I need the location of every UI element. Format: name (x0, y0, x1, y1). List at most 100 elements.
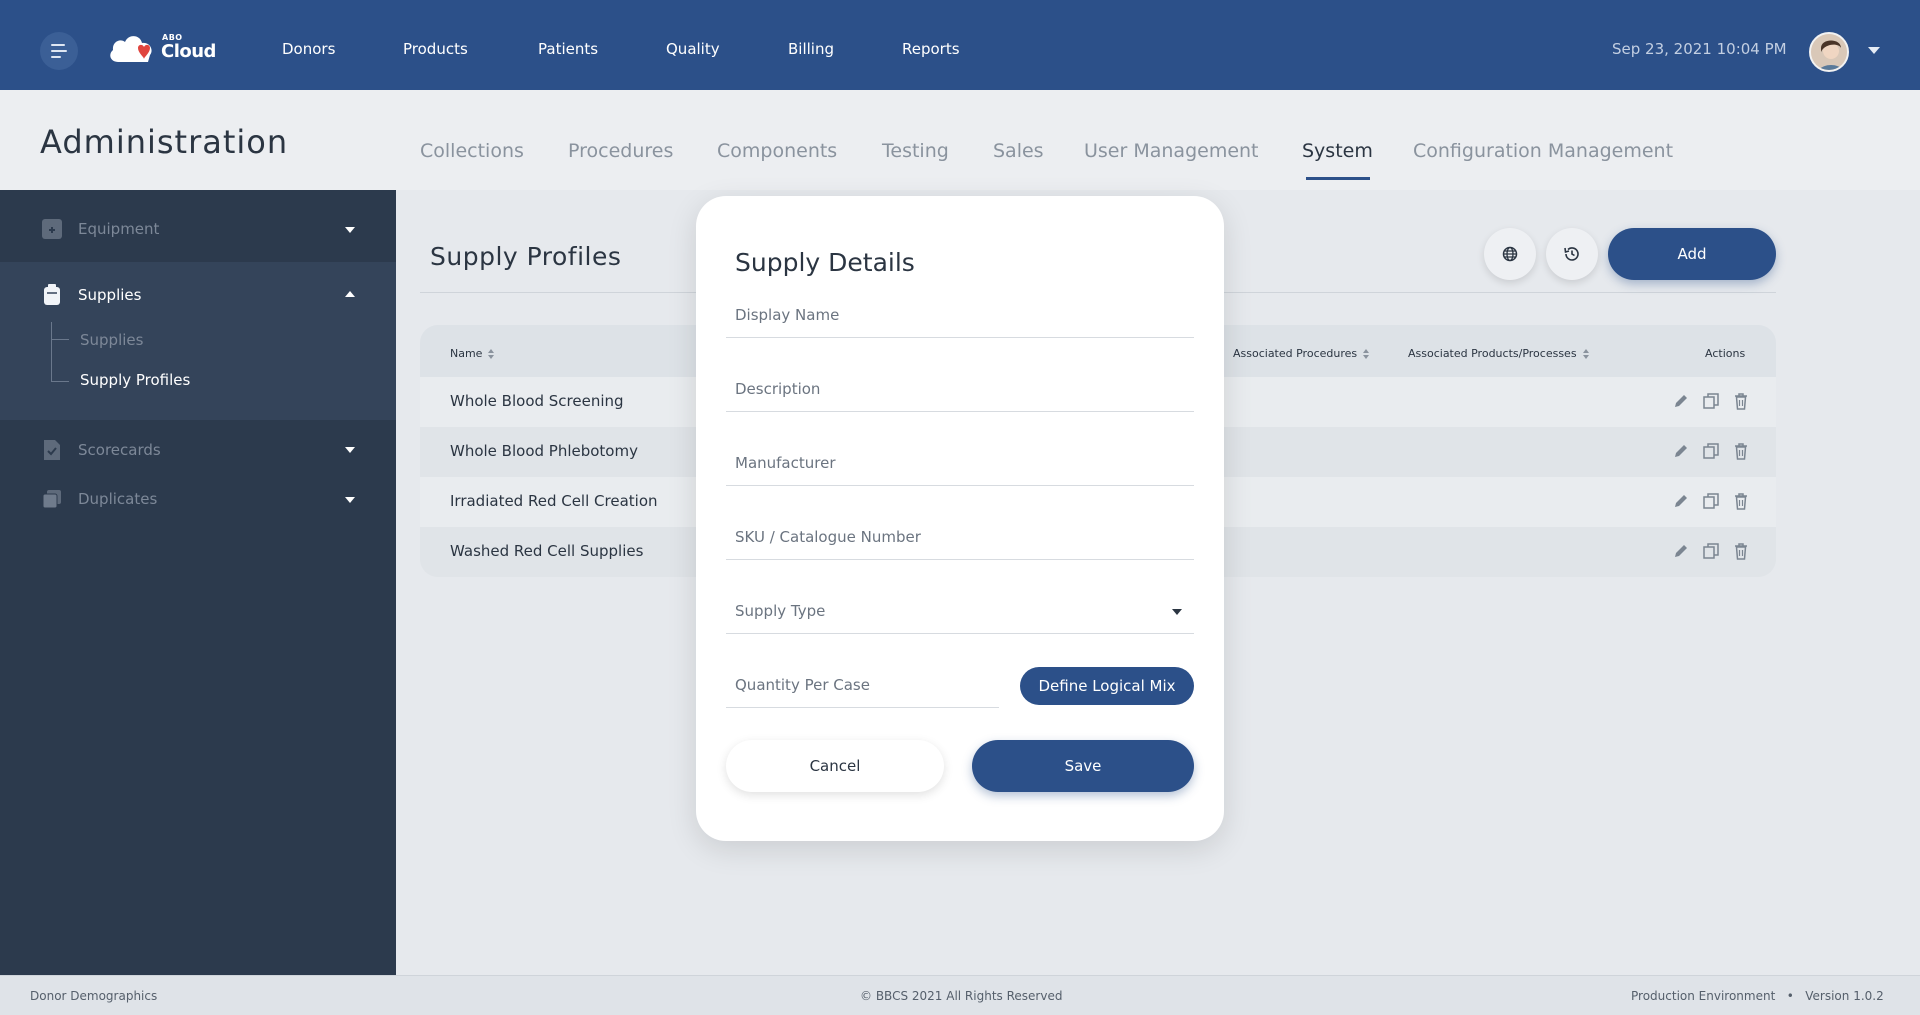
copy-icon[interactable] (1703, 542, 1719, 560)
add-button[interactable]: Add (1608, 228, 1776, 280)
user-avatar-icon (1811, 34, 1847, 70)
supply-type-select[interactable]: Supply Type (726, 584, 1194, 634)
trash-icon[interactable] (1733, 542, 1749, 560)
field-label: SKU / Catalogue Number (735, 528, 921, 546)
history-button[interactable] (1546, 228, 1598, 280)
sidebar-subitem-supplies[interactable]: Supplies (80, 331, 143, 349)
quantity-per-case-field[interactable]: Quantity Per Case (726, 658, 999, 708)
sidebar-item-supplies[interactable]: Supplies (42, 284, 141, 306)
trash-icon[interactable] (1733, 492, 1749, 510)
column-header-procedures[interactable]: Associated Procedures (1233, 347, 1370, 360)
row-actions (1673, 492, 1749, 510)
sidebar-item-equipment[interactable]: Equipment (42, 219, 159, 239)
section-title: Supply Profiles (430, 242, 622, 271)
tab-testing[interactable]: Testing (882, 140, 949, 162)
app-logo[interactable]: ABO Cloud (108, 30, 218, 66)
globe-button[interactable] (1484, 228, 1536, 280)
supplies-icon (44, 284, 60, 305)
logo-text: Cloud (161, 41, 216, 62)
row-name: Whole Blood Phlebotomy (450, 442, 638, 460)
sidebar-item-label: Equipment (78, 220, 160, 238)
description-field[interactable]: Description (726, 362, 1194, 412)
tab-procedures[interactable]: Procedures (568, 140, 673, 162)
chevron-down-icon[interactable] (345, 227, 355, 233)
edit-icon[interactable] (1673, 392, 1689, 410)
sidebar-item-label: Supplies (78, 286, 142, 304)
row-actions (1673, 392, 1749, 410)
page-title: Administration (40, 123, 289, 161)
menu-icon[interactable] (40, 32, 78, 70)
row-name: Whole Blood Screening (450, 392, 624, 410)
nav-quality[interactable]: Quality (666, 40, 720, 58)
field-label: Quantity Per Case (735, 676, 870, 694)
edit-icon[interactable] (1673, 442, 1689, 460)
tab-sales[interactable]: Sales (993, 140, 1044, 162)
sidebar-item-duplicates[interactable]: Duplicates (42, 489, 157, 509)
copy-icon[interactable] (1703, 492, 1719, 510)
trash-icon[interactable] (1733, 442, 1749, 460)
row-actions (1673, 442, 1749, 460)
edit-icon[interactable] (1673, 542, 1689, 560)
sort-icon[interactable] (488, 348, 495, 359)
top-navbar: ABO Cloud Donors Products Patients Quali… (0, 0, 1920, 90)
sidebar-subitem-supply-profiles[interactable]: Supply Profiles (80, 371, 190, 389)
sku-field[interactable]: SKU / Catalogue Number (726, 510, 1194, 560)
equipment-icon (42, 219, 62, 239)
column-label: Associated Procedures (1233, 347, 1358, 360)
tree-connector (51, 322, 52, 382)
trash-icon[interactable] (1733, 392, 1749, 410)
field-label: Description (735, 380, 821, 398)
footer-left[interactable]: Donor Demographics (30, 989, 157, 1003)
field-label: Supply Type (735, 602, 826, 620)
field-label: Display Name (735, 306, 840, 324)
sidebar-item-label: Duplicates (78, 490, 158, 508)
nav-billing[interactable]: Billing (788, 40, 834, 58)
history-icon (1564, 247, 1579, 261)
row-name: Washed Red Cell Supplies (450, 542, 644, 560)
footer-environment: Production Environment • Version 1.0.2 (1631, 989, 1884, 1003)
tab-configuration-management[interactable]: Configuration Management (1413, 140, 1673, 162)
sort-icon[interactable] (1582, 348, 1589, 359)
column-header-actions: Actions (1705, 347, 1745, 360)
cancel-button[interactable]: Cancel (726, 740, 944, 792)
duplicates-icon (42, 490, 61, 509)
tree-connector (51, 339, 69, 340)
chevron-down-icon[interactable] (345, 447, 355, 453)
sidebar-item-scorecards[interactable]: Scorecards (42, 439, 161, 461)
sort-icon[interactable] (1363, 348, 1370, 359)
avatar[interactable] (1809, 32, 1849, 72)
sidebar-item-label: Scorecards (78, 441, 161, 459)
manufacturer-field[interactable]: Manufacturer (726, 436, 1194, 486)
column-header-name[interactable]: Name (450, 347, 495, 360)
nav-reports[interactable]: Reports (902, 40, 960, 58)
nav-products[interactable]: Products (403, 40, 468, 58)
tab-system[interactable]: System (1302, 140, 1373, 162)
column-header-products[interactable]: Associated Products/Processes (1408, 347, 1589, 360)
sidebar (0, 190, 396, 975)
edit-icon[interactable] (1673, 492, 1689, 510)
nav-donors[interactable]: Donors (282, 40, 335, 58)
copy-icon[interactable] (1703, 442, 1719, 460)
save-button[interactable]: Save (972, 740, 1194, 792)
scorecards-icon (44, 440, 60, 460)
column-label: Actions (1705, 347, 1746, 360)
chevron-down-icon[interactable] (1868, 47, 1880, 54)
supply-details-modal: Supply Details Display Name Description … (696, 196, 1224, 841)
column-label: Associated Products/Processes (1408, 347, 1577, 360)
nav-patients[interactable]: Patients (538, 40, 598, 58)
modal-title: Supply Details (735, 248, 915, 277)
tab-components[interactable]: Components (717, 140, 837, 162)
copy-icon[interactable] (1703, 392, 1719, 410)
column-label: Name (450, 347, 483, 360)
chevron-up-icon[interactable] (345, 291, 355, 297)
footer: Donor Demographics © BBCS 2021 All Right… (0, 975, 1920, 1015)
row-actions (1673, 542, 1749, 560)
define-logical-mix-button[interactable]: Define Logical Mix (1020, 667, 1194, 705)
chevron-down-icon (1172, 609, 1182, 615)
tree-connector (51, 381, 69, 382)
chevron-down-icon[interactable] (345, 497, 355, 503)
cloud-logo-icon (110, 36, 152, 62)
display-name-field[interactable]: Display Name (726, 288, 1194, 338)
tab-user-management[interactable]: User Management (1084, 140, 1259, 162)
tab-collections[interactable]: Collections (420, 140, 524, 162)
